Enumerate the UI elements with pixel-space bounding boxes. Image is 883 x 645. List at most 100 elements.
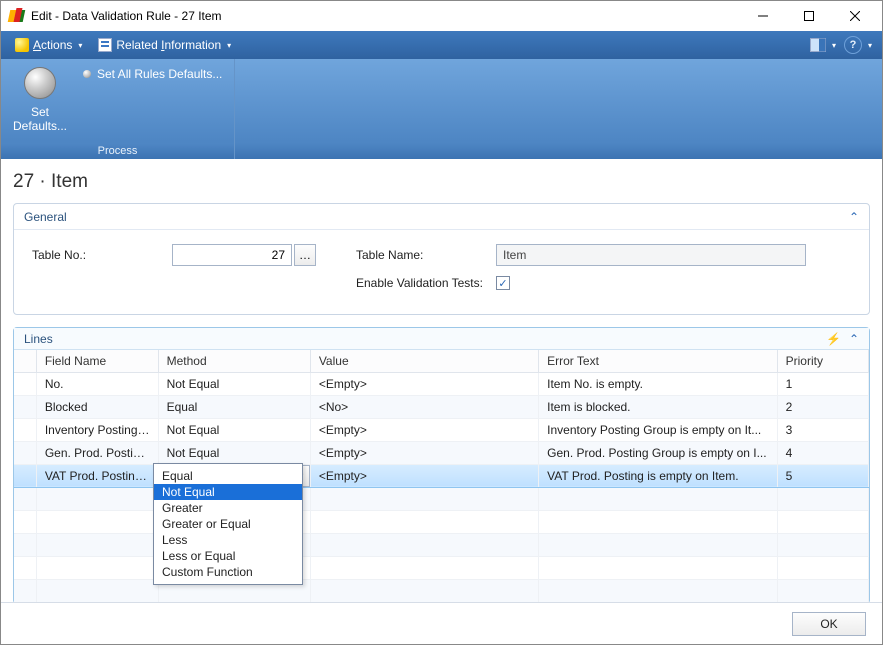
dropdown-option[interactable]: Equal	[154, 468, 302, 484]
cell-empty[interactable]	[310, 579, 538, 602]
cell-priority[interactable]: 3	[777, 418, 868, 441]
cell-value[interactable]: <Empty>	[310, 372, 538, 395]
cell-empty[interactable]	[539, 510, 777, 533]
cell-empty[interactable]	[310, 487, 538, 510]
table-no-lookup-button[interactable]: …	[294, 244, 316, 266]
cell-value[interactable]: <Empty>	[310, 464, 538, 487]
cell-empty[interactable]	[36, 487, 158, 510]
table-row-empty[interactable]	[14, 533, 869, 556]
minimize-button[interactable]	[740, 1, 786, 31]
cell-empty[interactable]	[777, 579, 868, 602]
row-selector[interactable]	[14, 395, 36, 418]
cell-empty[interactable]	[14, 487, 36, 510]
actions-menu[interactable]: Actions ▾	[7, 35, 90, 55]
help-menu[interactable]: ? ▾	[840, 33, 876, 57]
row-selector[interactable]	[14, 418, 36, 441]
table-row[interactable]: VAT Prod. Posting ...Not Equal▾<Empty>VA…	[14, 464, 869, 487]
cell-empty[interactable]	[777, 510, 868, 533]
related-information-menu[interactable]: Related Information ▾	[90, 35, 239, 55]
cell-priority[interactable]: 1	[777, 372, 868, 395]
cell-empty[interactable]	[539, 533, 777, 556]
cell-empty[interactable]	[14, 556, 36, 579]
col-header-error[interactable]: Error Text	[539, 350, 777, 372]
row-selector[interactable]	[14, 441, 36, 464]
dropdown-option[interactable]: Greater or Equal	[154, 516, 302, 532]
dropdown-option[interactable]: Not Equal	[154, 484, 302, 500]
table-no-label: Table No.:	[32, 248, 172, 262]
cell-empty[interactable]	[36, 533, 158, 556]
cell-empty[interactable]	[777, 533, 868, 556]
maximize-button[interactable]	[786, 1, 832, 31]
col-header-field[interactable]: Field Name	[36, 350, 158, 372]
general-fasttab-header[interactable]: General ⌃	[14, 204, 869, 230]
cell-empty[interactable]	[539, 579, 777, 602]
cell-field[interactable]: Inventory Posting ...	[36, 418, 158, 441]
cell-value[interactable]: <Empty>	[310, 441, 538, 464]
dropdown-option[interactable]: Less or Equal	[154, 548, 302, 564]
col-header-method[interactable]: Method	[158, 350, 310, 372]
cell-empty[interactable]	[14, 533, 36, 556]
cell-field[interactable]: VAT Prod. Posting ...	[36, 464, 158, 487]
cell-empty[interactable]	[14, 579, 36, 602]
chevron-up-icon: ⌃	[849, 332, 859, 346]
cell-field[interactable]: No.	[36, 372, 158, 395]
set-defaults-button[interactable]: Set Defaults...	[5, 63, 75, 139]
table-no-input[interactable]	[172, 244, 292, 266]
cell-empty[interactable]	[36, 556, 158, 579]
cell-empty[interactable]	[777, 487, 868, 510]
table-row[interactable]: Gen. Prod. Posting ...Not Equal<Empty>Ge…	[14, 441, 869, 464]
method-dropdown[interactable]: EqualNot EqualGreaterGreater or EqualLes…	[153, 463, 303, 585]
cell-field[interactable]: Blocked	[36, 395, 158, 418]
cell-method[interactable]: Not Equal	[158, 418, 310, 441]
lightning-icon[interactable]: ⚡	[826, 332, 841, 346]
cell-error[interactable]: Inventory Posting Group is empty on It..…	[539, 418, 777, 441]
table-row-empty[interactable]	[14, 510, 869, 533]
list-icon	[98, 38, 112, 52]
row-selector-header[interactable]	[14, 350, 36, 372]
cell-priority[interactable]: 5	[777, 464, 868, 487]
table-row-empty[interactable]	[14, 579, 869, 602]
cell-empty[interactable]	[36, 579, 158, 602]
cell-field[interactable]: Gen. Prod. Posting ...	[36, 441, 158, 464]
cell-empty[interactable]	[310, 556, 538, 579]
table-row[interactable]: No.Not Equal<Empty>Item No. is empty.1	[14, 372, 869, 395]
col-header-value[interactable]: Value	[310, 350, 538, 372]
cell-error[interactable]: Item No. is empty.	[539, 372, 777, 395]
table-row[interactable]: Inventory Posting ...Not Equal<Empty>Inv…	[14, 418, 869, 441]
cell-priority[interactable]: 2	[777, 395, 868, 418]
table-row[interactable]: BlockedEqual<No>Item is blocked.2	[14, 395, 869, 418]
ok-button[interactable]: OK	[792, 612, 866, 636]
layout-button[interactable]: ▾	[806, 35, 840, 55]
table-row-empty[interactable]	[14, 556, 869, 579]
lines-fasttab-header[interactable]: Lines ⚡ ⌃	[14, 328, 869, 350]
cell-value[interactable]: <Empty>	[310, 418, 538, 441]
dropdown-option[interactable]: Less	[154, 532, 302, 548]
table-row-empty[interactable]	[14, 487, 869, 510]
set-all-rules-defaults-button[interactable]: Set All Rules Defaults...	[79, 65, 230, 83]
chevron-down-icon: ▾	[832, 41, 836, 50]
cell-method[interactable]: Not Equal	[158, 441, 310, 464]
cell-error[interactable]: Item is blocked.	[539, 395, 777, 418]
cell-empty[interactable]	[14, 510, 36, 533]
cell-error[interactable]: Gen. Prod. Posting Group is empty on I..…	[539, 441, 777, 464]
cell-method[interactable]: Not Equal	[158, 372, 310, 395]
table-name-input	[496, 244, 806, 266]
dropdown-option[interactable]: Custom Function	[154, 564, 302, 580]
cell-value[interactable]: <No>	[310, 395, 538, 418]
cell-empty[interactable]	[36, 510, 158, 533]
dropdown-option[interactable]: Greater	[154, 500, 302, 516]
cell-empty[interactable]	[539, 556, 777, 579]
enable-validation-checkbox[interactable]: ✓	[496, 276, 510, 290]
ellipsis-icon: …	[299, 248, 311, 262]
row-selector[interactable]	[14, 372, 36, 395]
row-selector[interactable]	[14, 464, 36, 487]
cell-error[interactable]: VAT Prod. Posting is empty on Item.	[539, 464, 777, 487]
cell-empty[interactable]	[539, 487, 777, 510]
cell-priority[interactable]: 4	[777, 441, 868, 464]
cell-empty[interactable]	[310, 533, 538, 556]
cell-method[interactable]: Equal	[158, 395, 310, 418]
cell-empty[interactable]	[777, 556, 868, 579]
close-button[interactable]	[832, 1, 878, 31]
cell-empty[interactable]	[310, 510, 538, 533]
col-header-priority[interactable]: Priority	[777, 350, 868, 372]
